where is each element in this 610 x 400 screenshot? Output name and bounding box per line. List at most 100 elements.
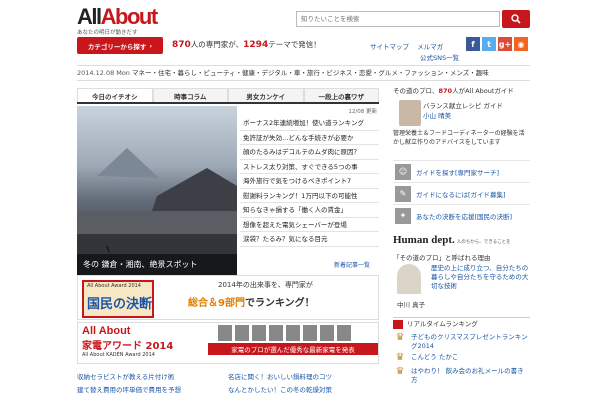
award-line2-highlight: 総合＆9部門 — [188, 298, 245, 309]
human-dept-text[interactable]: 歴史の上に成り立つ、自分たちの暮らしや自分たちを守るための大切な技術 — [431, 264, 529, 291]
experts-text: 人の専門家が、 — [190, 40, 244, 49]
rss-icon[interactable]: ◉ — [514, 37, 528, 51]
ranking-item[interactable]: ♛ はやわり！ 飲み会のお礼メールの書き方 — [393, 367, 530, 385]
kaden-title-jp: 家電アワード 2014 — [82, 341, 174, 352]
mailmag-link[interactable]: メルマガ — [417, 43, 443, 51]
people-icon: ✦ — [395, 207, 411, 224]
pencil-icon: ✎ — [395, 185, 411, 202]
header-links: サイトマップ メルマガ — [370, 41, 449, 51]
crown-icon: ♛ — [395, 352, 405, 363]
search-button[interactable] — [502, 10, 530, 28]
ranking-icon — [393, 320, 403, 329]
sidebar-item-guide-search[interactable]: ☺ ガイドを探す[専門家サーチ] — [393, 160, 530, 182]
product-image — [303, 325, 317, 341]
award-logo-small: All About Award 2014 — [87, 283, 141, 289]
pro-text-a: その道のプロ、 — [393, 87, 439, 95]
feature-link[interactable]: 収納セラピストが教える片付け術 — [77, 371, 228, 384]
product-images — [218, 325, 351, 341]
ranking-item[interactable]: ♛ こんどう たかこ — [393, 353, 530, 365]
product-image — [337, 325, 351, 341]
human-dept-heading: Human dept. 人のちから、できることを — [393, 234, 530, 248]
list-item[interactable]: 知らなきゃ損する「働く人の賃金」 — [240, 203, 379, 218]
award-line1: 2014年の出来事を、専門家が — [218, 281, 313, 289]
logo-suffix: About — [100, 4, 159, 29]
award-banner[interactable]: All About Award 2014 国民の決断 2014年の出来事を、専門… — [77, 275, 379, 320]
list-item[interactable]: 顔のたるみはデコルテのムダ肉に原因？ — [240, 145, 379, 160]
feature-links: 収納セラピストが教える片付け術 名店に聞く！おいしい鍋料理のコツ 建て替え費用の… — [77, 371, 379, 397]
sidebar-item-label: ガイドになるには[ガイド募集] — [416, 190, 506, 199]
feature-row: 収納セラピストが教える片付け術 名店に聞く！おいしい鍋料理のコツ — [77, 371, 379, 384]
product-image — [218, 325, 232, 341]
experts-count: 870 — [172, 40, 191, 50]
list-item[interactable]: 涙袋？たるみ？気になる目元 — [240, 232, 379, 247]
human-dept-question: 「その道のプロ」と呼ばれる理由 — [393, 254, 491, 262]
sitemap-link[interactable]: サイトマップ — [370, 43, 409, 51]
google-plus-icon[interactable]: g+ — [498, 37, 512, 51]
sidebar-item-decision[interactable]: ✦ あなたの決断を応援[国民の決断] — [393, 204, 530, 226]
tab-today-pick[interactable]: 今日のイチオシ — [77, 88, 153, 102]
article-list: ボーナス2年連続増加！使い道ランキング 免許証が失効…どんな手続きが必要か 顔の… — [240, 116, 379, 247]
person-icon: ☺ — [395, 163, 411, 180]
kaden-award-banner[interactable]: All About 家電アワード 2014 All About KADEN Aw… — [77, 322, 379, 364]
award-logo-title: 国民の決断 — [87, 297, 153, 312]
featured-guide[interactable]: バランス献立レシピ ガイド 小山 晴美 管理栄養士＆フードコーディネーターの経験… — [393, 100, 530, 160]
product-image — [269, 325, 283, 341]
tab-tips[interactable]: 一段上の裏ワザ — [303, 88, 379, 102]
list-item[interactable]: 慰謝料ランキング！1万円以下の可能性 — [240, 189, 379, 203]
guide-description: 管理栄養士＆フードコーディネーターの経験を活かし献立作りのアドバイスをしています — [393, 130, 525, 146]
category-button-label: カテゴリーから探す — [87, 42, 147, 51]
human-dept-name: 中川 真子 — [397, 301, 426, 309]
product-image — [320, 325, 334, 341]
hero-caption[interactable]: 冬の 鎌倉・湘南、絶景スポット — [77, 254, 237, 276]
human-dept-title: Human dept. — [393, 234, 455, 246]
product-image — [286, 325, 300, 341]
feature-link[interactable]: 建て替え費用の坪単価で費用を予想 — [77, 384, 228, 397]
twitter-icon[interactable]: t — [482, 37, 496, 51]
facebook-icon[interactable]: f — [466, 37, 480, 51]
logo-tagline: あなたの明日が動きだす — [77, 30, 138, 36]
ranking-item[interactable]: ♛ 子どものクリスマスプレゼントランキング2014 — [393, 333, 530, 351]
list-item[interactable]: ボーナス2年連続増加！使い道ランキング — [240, 116, 379, 131]
category-button[interactable]: カテゴリーから探す › — [77, 37, 163, 54]
crown-icon: ♛ — [395, 332, 405, 343]
guide-name[interactable]: 小山 晴美 — [423, 110, 451, 120]
feature-link[interactable]: 名店に聞く！おいしい鍋料理のコツ — [228, 371, 379, 384]
hero-landscape — [77, 148, 237, 276]
tab-relationships[interactable]: 男女カンケイ — [228, 88, 304, 102]
logo-prefix: All — [77, 4, 102, 29]
award-line2: 総合＆9部門でランキング！ — [188, 294, 315, 309]
tab-news-column[interactable]: 時事コラム — [152, 88, 228, 102]
ranking-item-text: 子どものクリスマスプレゼントランキング2014 — [411, 333, 528, 350]
feature-link[interactable]: なんとかしたい！この冬の乾燥対策 — [228, 384, 379, 397]
themes-count: 1294 — [243, 40, 269, 50]
list-item[interactable]: 海外旅行で気をつけるべきポイント7 — [240, 174, 379, 189]
article-panel: 12/08 更新 ボーナス2年連続増加！使い道ランキング 免許証が失効…どんな手… — [240, 106, 379, 271]
sidebar-item-label: あなたの決断を応援[国民の決断] — [416, 212, 513, 221]
social-buttons: f t g+ ◉ — [466, 37, 528, 51]
human-dept-feature[interactable]: 歴史の上に成り立つ、自分たちの暮らしや自分たちを守るための大切な技術 中川 真子 — [393, 262, 530, 317]
sns-list-link[interactable]: 公式SNS一覧 — [420, 52, 459, 62]
list-item[interactable]: ストレス太り対策、すぐできる5つの事 — [240, 160, 379, 174]
pro-text-b: 人がAll Aboutガイド — [452, 87, 514, 95]
kaden-award-title: All About 家電アワード 2014 All About KADEN Aw… — [78, 323, 208, 363]
feature-row: 建て替え費用の坪単価で費用を予想 なんとかしたい！この冬の乾燥対策 — [77, 384, 379, 397]
guide-title: バランス献立レシピ ガイド — [423, 102, 503, 110]
list-item[interactable]: 想像を超えた電気シェーバーが登場 — [240, 218, 379, 232]
themes-text: テーマで発信！ — [268, 40, 321, 49]
site-stats: 870人の専門家が、1294テーマで発信！ — [172, 39, 321, 50]
list-item[interactable]: 免許証が失効…どんな手続きが必要か — [240, 131, 379, 145]
search-input[interactable] — [296, 11, 500, 27]
category-nav: 2014.12.08 Mon マネー・住宅・暮らし・ビューティ・健康・デジタル・車・… — [77, 65, 530, 81]
current-day: Mon — [116, 69, 130, 77]
site-logo[interactable]: AllAbout あなたの明日が動きだす — [77, 4, 187, 37]
category-links[interactable]: マネー・住宅・暮らし・ビューティ・健康・デジタル・車・旅行・ビジネス・恋愛・グル… — [132, 69, 489, 77]
right-sidebar: その道のプロ、870人がAll Aboutガイド バランス献立レシピ ガイド 小… — [393, 84, 530, 385]
more-news-link[interactable]: 新着記事一覧 — [334, 260, 370, 269]
search-icon — [511, 14, 521, 24]
kaden-title-en: All About — [82, 325, 131, 337]
sidebar-item-guide-recruit[interactable]: ✎ ガイドになるには[ガイド募集] — [393, 182, 530, 204]
content-tabs: 今日のイチオシ 時事コラム 男女カンケイ 一段上の裏ワザ — [77, 88, 379, 104]
hero-image[interactable]: 冬の 鎌倉・湘南、絶景スポット — [77, 106, 237, 276]
kaden-subtitle: All About KADEN Award 2014 — [82, 352, 155, 358]
pro-count: 870 — [438, 87, 453, 95]
